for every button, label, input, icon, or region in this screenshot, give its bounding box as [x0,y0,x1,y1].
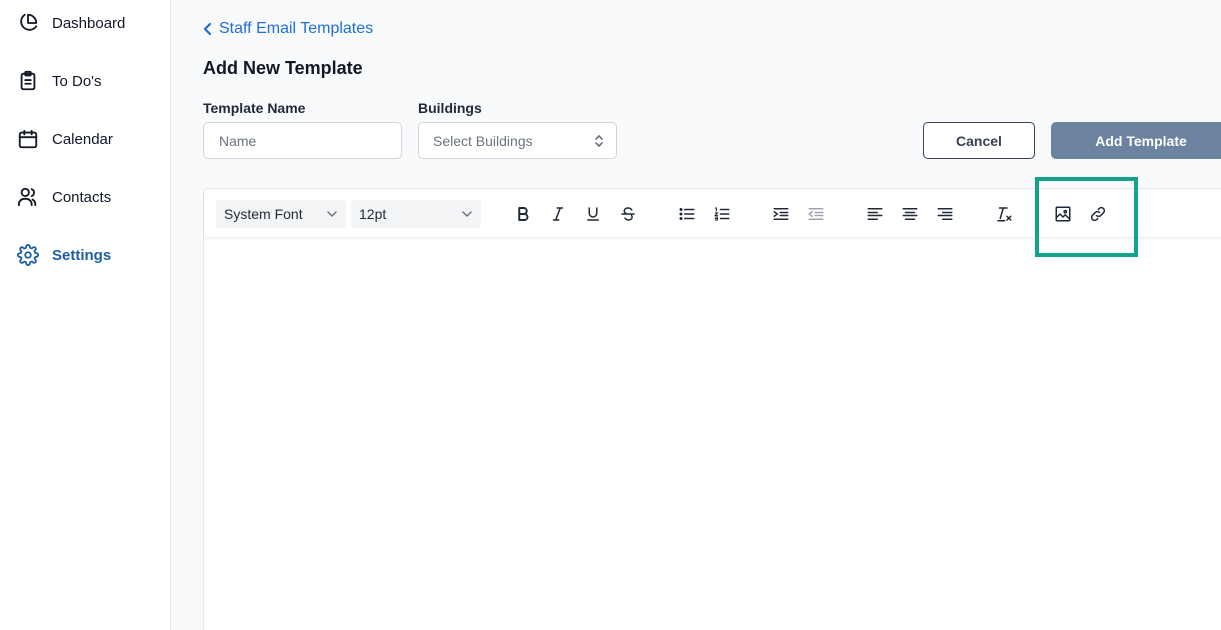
italic-icon [549,205,567,223]
buildings-select-value: Select Buildings [433,132,533,149]
strikethrough-button[interactable] [615,201,641,227]
underline-button[interactable] [580,201,606,227]
indent-button[interactable] [768,201,794,227]
add-template-button[interactable]: Add Template [1051,122,1221,159]
link-icon [1089,205,1107,223]
sidebar-item-settings[interactable]: Settings [16,240,111,270]
back-link-label: Staff Email Templates [219,20,374,37]
clear-formatting-icon [995,205,1013,223]
editor-toolbar: System Font 12pt [204,189,1221,237]
users-icon [16,185,40,209]
cancel-button[interactable]: Cancel [923,122,1035,159]
sidebar-item-label: To Do's [52,72,102,90]
numbered-list-icon [713,205,731,223]
sidebar-item-dashboard[interactable]: Dashboard [16,8,125,38]
rich-text-editor: System Font 12pt [203,188,1221,630]
chevron-down-icon [461,208,473,220]
indent-icon [772,205,790,223]
font-size-value: 12pt [359,206,387,222]
sidebar-item-label: Calendar [52,130,113,148]
align-right-button[interactable] [932,201,958,227]
bold-icon [514,205,532,223]
align-left-button[interactable] [862,201,888,227]
template-name-label: Template Name [203,100,306,116]
chevron-up-down-icon [594,133,604,149]
bullet-list-button[interactable] [674,201,700,227]
align-center-button[interactable] [897,201,923,227]
clipboard-icon [16,69,40,93]
sidebar: Dashboard To Do's Calendar Contacts Sett… [0,0,171,630]
outdent-button[interactable] [803,201,829,227]
sidebar-item-calendar[interactable]: Calendar [16,124,113,154]
numbered-list-button[interactable] [709,201,735,227]
back-link[interactable]: Staff Email Templates [203,20,373,38]
sidebar-item-label: Contacts [52,188,112,206]
chevron-left-icon [203,22,213,36]
align-center-icon [901,205,919,223]
insert-image-button[interactable] [1050,201,1076,227]
align-right-icon [936,205,954,223]
sidebar-item-label: Settings [52,246,112,264]
calendar-icon [16,127,40,151]
insert-link-button[interactable] [1085,201,1111,227]
font-size-select[interactable]: 12pt [351,200,481,228]
italic-button[interactable] [545,201,571,227]
font-family-select[interactable]: System Font [216,200,346,228]
image-icon [1054,205,1072,223]
buildings-select[interactable]: Select Buildings [418,122,617,159]
main-content: Staff Email Templates Add New Template T… [171,0,1221,630]
font-family-value: System Font [224,206,303,222]
gear-icon [16,243,40,267]
strikethrough-icon [619,205,637,223]
chevron-down-icon [326,208,338,220]
buildings-label: Buildings [418,100,482,116]
sidebar-item-contacts[interactable]: Contacts [16,182,111,212]
pie-chart-icon [16,11,40,35]
bullet-list-icon [678,205,696,223]
align-left-icon [866,205,884,223]
sidebar-item-label: Dashboard [52,14,126,32]
clear-formatting-button[interactable] [991,201,1017,227]
underline-icon [584,205,602,223]
outdent-icon [807,205,825,223]
bold-button[interactable] [510,201,536,227]
editor-body[interactable] [204,237,1221,630]
sidebar-item-todos[interactable]: To Do's [16,66,102,96]
page-title: Add New Template [203,58,363,78]
template-name-input[interactable] [203,122,402,159]
